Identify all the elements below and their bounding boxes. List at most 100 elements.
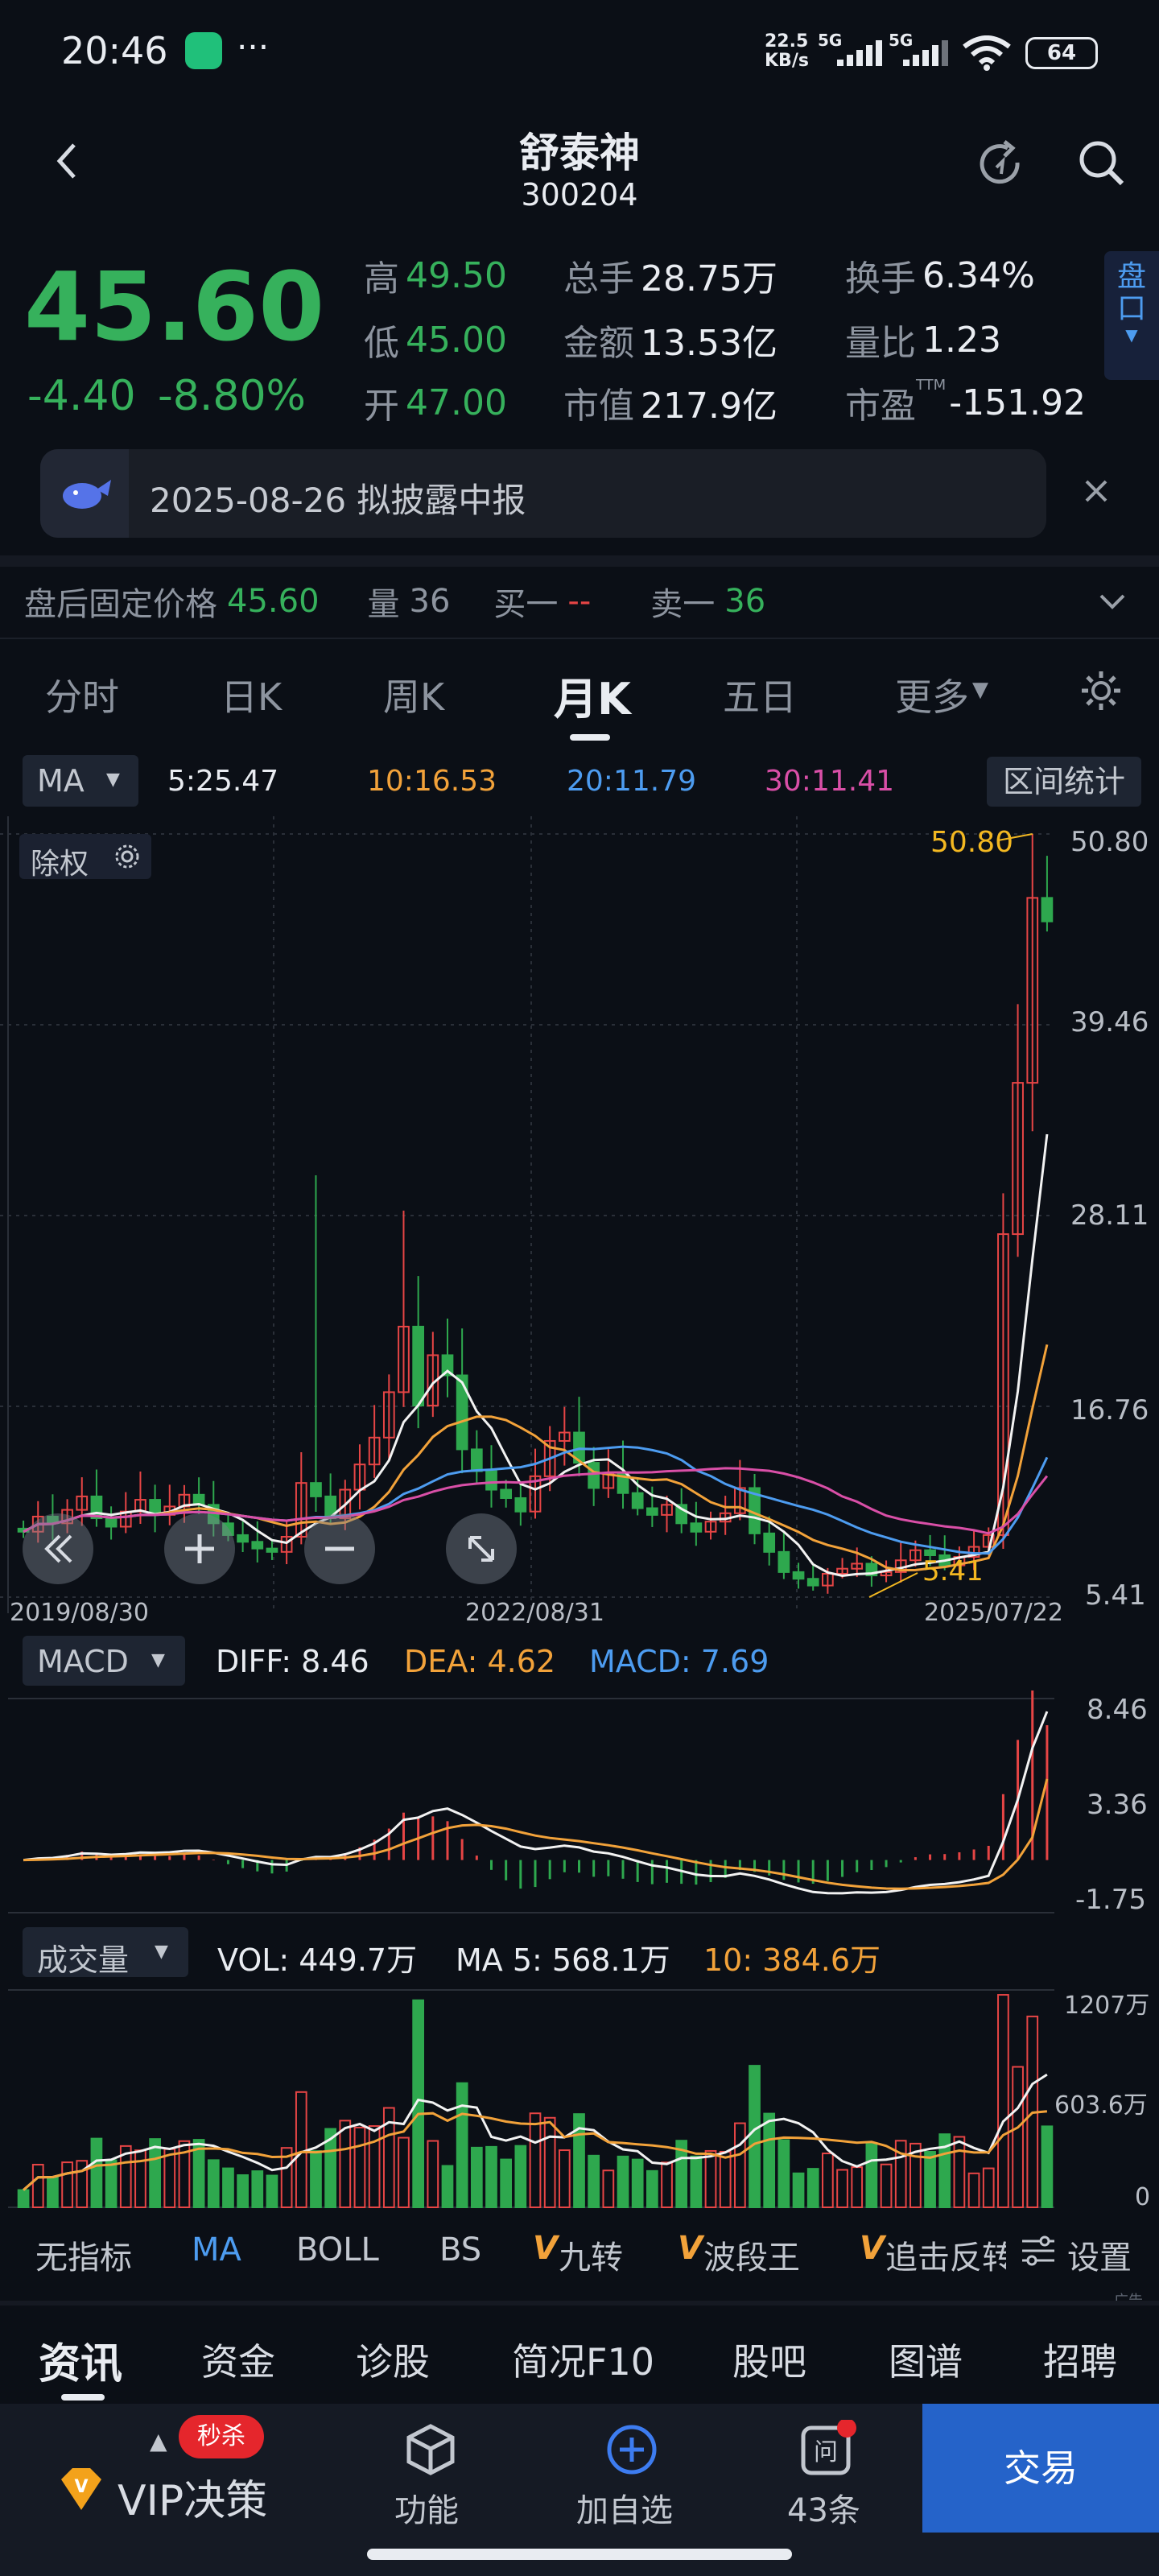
range-stats-button[interactable]: 区间统计: [987, 757, 1141, 807]
flash-sale-label: 秒杀: [197, 2422, 245, 2450]
high-label: 高: [364, 258, 399, 299]
trade-button[interactable]: 交易: [922, 2404, 1159, 2533]
back-icon[interactable]: [52, 137, 84, 185]
pe-ttm-sup: TTM: [916, 377, 947, 394]
ma-select[interactable]: MA ▼: [23, 755, 138, 807]
dropdown-arrow-icon: ▼: [151, 1650, 165, 1670]
indicator-boll[interactable]: BOLL: [296, 2231, 379, 2268]
volume-bar: [61, 2161, 73, 2208]
volume-bar: [222, 2167, 234, 2208]
info-tab-forum[interactable]: 股吧: [732, 2333, 806, 2386]
tab-monthly-k[interactable]: 月K: [554, 663, 631, 727]
range-stats-label: 区间统计: [1002, 764, 1125, 799]
volume-bar: [266, 2174, 278, 2209]
bottom-nav: ▲ 秒杀 V VIP决策 功能 加自选 问 43条 交易: [0, 2404, 1159, 2576]
ex-rights-button[interactable]: 除权: [19, 834, 151, 881]
notice-close-icon[interactable]: [1080, 475, 1112, 507]
ma5-value: 5:25.47: [167, 765, 279, 798]
scroll-left-button[interactable]: [23, 1513, 93, 1584]
volume-bar: [47, 2176, 59, 2209]
candle-body: [777, 1550, 790, 1573]
pe-label: 市盈: [845, 386, 916, 427]
after-hours-row: 盘后固定价格 45.60 量 36 买一 -- 卖一 36: [24, 578, 765, 625]
tab-daily-k[interactable]: 日K: [221, 668, 282, 721]
wifi-icon: [963, 35, 1011, 71]
refresh-icon[interactable]: [975, 138, 1027, 190]
v-icon: V: [678, 2230, 703, 2267]
macd-axis-label: -1.75: [1075, 1884, 1146, 1916]
volume-bar: [806, 2168, 819, 2209]
speed-unit: KB/s: [765, 51, 809, 71]
dropdown-arrow-icon: ▼: [106, 770, 120, 790]
info-tab-diagnosis[interactable]: 诊股: [356, 2333, 430, 2386]
price-axis-label: 28.11: [1070, 1199, 1149, 1232]
dropdown-arrow-icon: ▼: [155, 1942, 168, 1962]
up-arrow-icon: ▲: [150, 2428, 167, 2454]
indicator-jiuzhuan[interactable]: 九转: [559, 2231, 623, 2278]
volume-bar: [339, 2120, 352, 2208]
chart-settings-icon[interactable]: [1079, 668, 1124, 713]
expand-chevron-icon[interactable]: [1096, 584, 1128, 617]
macd-select[interactable]: MACD ▼: [23, 1636, 185, 1686]
volume-bar: [704, 2149, 717, 2208]
volume-bar: [690, 2155, 703, 2208]
price-change-pct: -8.80%: [158, 372, 306, 420]
messages-button[interactable]: 问 43条: [765, 2404, 909, 2533]
info-tab-graph[interactable]: 图谱: [889, 2333, 963, 2386]
tab-intraday[interactable]: 分时: [45, 668, 119, 721]
indicator-boduanwang[interactable]: 波段王: [703, 2231, 800, 2278]
volume-bar: [880, 2163, 893, 2209]
indicator-bs[interactable]: BS: [439, 2231, 481, 2268]
candle-body: [806, 1578, 819, 1587]
volume-select[interactable]: 成交量 ▼: [23, 1927, 188, 1978]
volume-bar: [836, 2169, 848, 2209]
add-watchlist-button[interactable]: 加自选: [563, 2404, 708, 2533]
zoom-in-button[interactable]: [164, 1513, 235, 1584]
volume-ma10-line: [23, 2110, 1048, 2191]
volume-bar: [251, 2170, 264, 2209]
notice-banner[interactable]: 2025-08-26 拟披露中报: [40, 449, 1046, 538]
vip-decision-label: VIP决策: [118, 2477, 268, 2525]
tab-more[interactable]: 更多: [895, 668, 969, 721]
candlestick-chart[interactable]: [0, 816, 1159, 1629]
fullscreen-button[interactable]: [446, 1513, 517, 1584]
volume-bar: [237, 2174, 249, 2209]
info-tab-funds[interactable]: 资金: [201, 2333, 275, 2386]
bid1-value: --: [567, 583, 592, 620]
search-icon[interactable]: [1075, 137, 1127, 188]
low-value: 45.00: [406, 319, 507, 361]
candle-body: [485, 1470, 497, 1491]
macd-diff: DIFF: 8.46: [216, 1644, 369, 1679]
function-button[interactable]: 功能: [362, 2404, 499, 2533]
add-circle-icon: [607, 2425, 657, 2475]
tab-weekly-k[interactable]: 周K: [383, 668, 444, 721]
zoom-out-button[interactable]: [304, 1513, 375, 1584]
side-tab-handicap[interactable]: 盘口 ▼: [1104, 251, 1159, 380]
volume-chart: [8, 1989, 1054, 2209]
volume-bar: [90, 2137, 103, 2208]
volume-bar: [851, 2166, 864, 2209]
indicator-settings-button[interactable]: 设置: [1014, 2222, 1159, 2281]
vip-decision-button[interactable]: ▲ 秒杀 V VIP决策: [0, 2404, 330, 2533]
indicator-ma[interactable]: MA: [192, 2231, 241, 2268]
info-tab-news[interactable]: 资讯: [39, 2330, 122, 2390]
ma30-value: 30:11.41: [765, 765, 894, 798]
high-value: 49.50: [406, 254, 507, 296]
ask-icon: 问: [801, 2420, 856, 2475]
volume-bar: [514, 2145, 527, 2208]
date-axis-label: 2022/08/31: [465, 1599, 604, 1627]
info-tab-f10[interactable]: 简况F10: [512, 2333, 654, 2386]
info-tab-jobs[interactable]: 招聘: [1043, 2333, 1117, 2386]
after-hours-vol: 36: [409, 583, 451, 620]
min-marker-line: [868, 1572, 918, 1598]
price-axis-label: 39.46: [1070, 1006, 1149, 1038]
signal-icon-1: [837, 40, 885, 66]
candle-body: [792, 1571, 805, 1580]
candle-body: [514, 1496, 527, 1513]
indicator-zhuiji[interactable]: 追击反转: [885, 2240, 1006, 2275]
volume-ratio-value: 1.23: [922, 319, 1001, 361]
indicator-none[interactable]: 无指标: [35, 2231, 132, 2278]
tab-five-day[interactable]: 五日: [723, 668, 797, 721]
ask1-label: 卖一: [650, 586, 716, 623]
sliders-icon: [1022, 2235, 1054, 2266]
